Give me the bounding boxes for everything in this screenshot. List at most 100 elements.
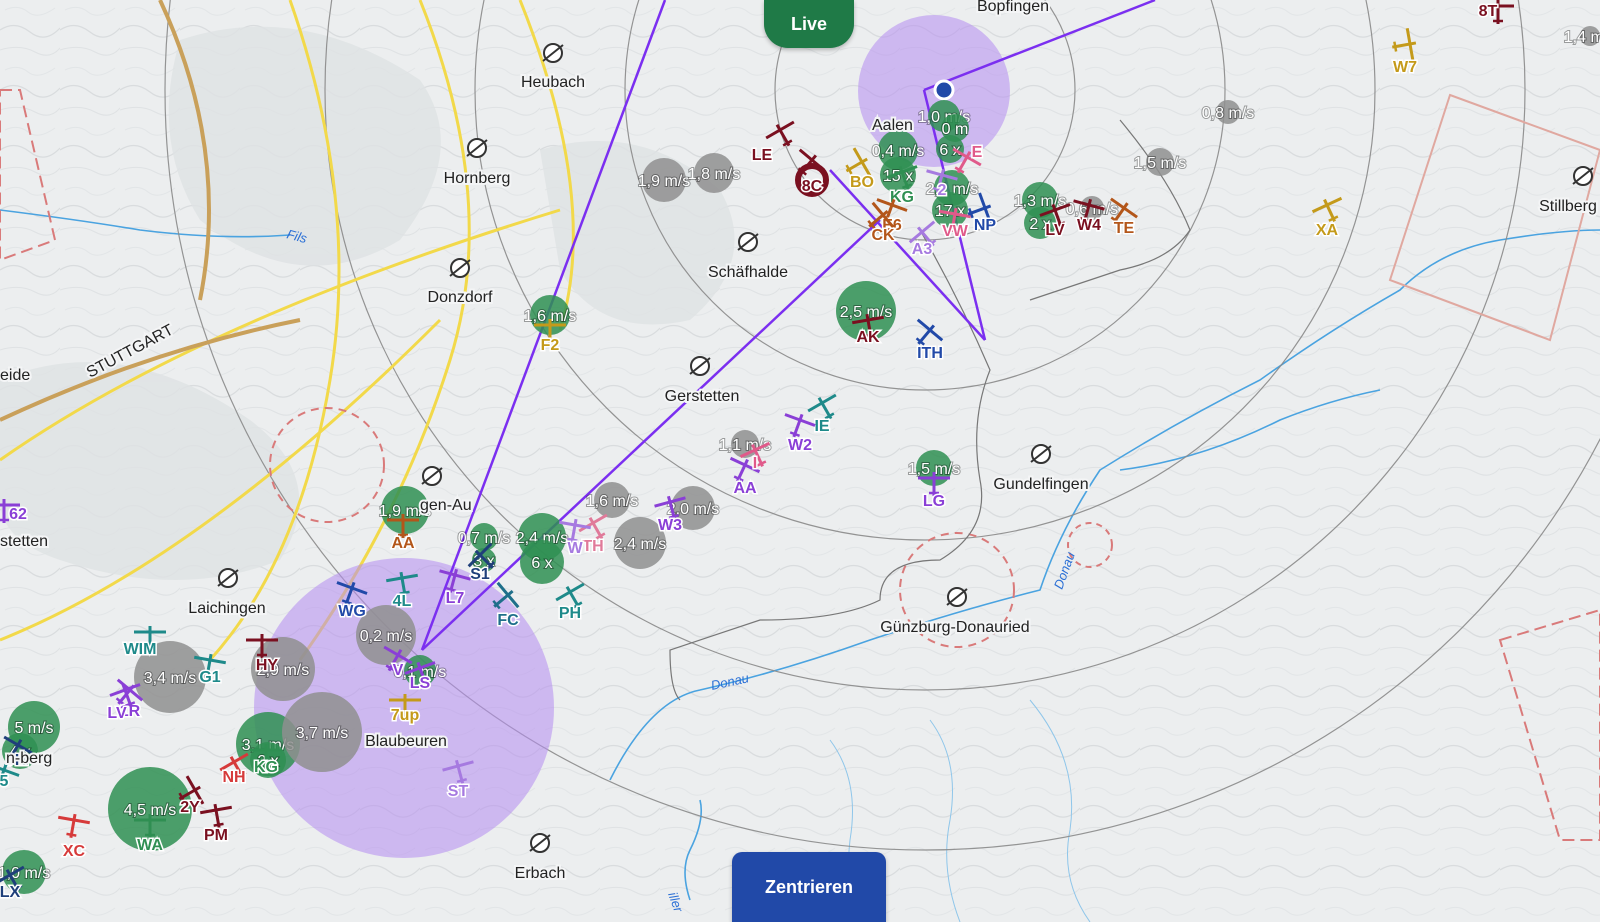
- town-label: Gerstetten: [665, 388, 740, 405]
- airport-guenzburg-icon: [946, 587, 968, 607]
- thermal-label: 0,7 m/s: [458, 530, 510, 547]
- town-label: gen-Au: [420, 497, 472, 514]
- glider-callsign: LX: [0, 884, 21, 901]
- town-label: Bopfingen: [977, 0, 1049, 15]
- glider-callsign: 5: [0, 773, 9, 790]
- glider-callsign: WA: [137, 837, 163, 854]
- thermal-label: 0,8 m/s: [1202, 105, 1254, 122]
- glider-callsign: LS: [410, 675, 431, 692]
- map-canvas[interactable]: 1,0 m/s0,4 m/s15 x2,1 m/s17 x1,3 m/s2 x0…: [0, 0, 1600, 922]
- glider-marker[interactable]: 7up: [387, 692, 423, 726]
- glider-callsign: AK: [856, 329, 880, 346]
- glider-callsign: 7up: [391, 707, 420, 724]
- town-label: Blaubeuren: [365, 733, 447, 750]
- thermal-marker[interactable]: 6 x: [936, 135, 964, 163]
- glider-callsign: W7: [1393, 59, 1417, 76]
- glider-callsign: CK: [871, 227, 895, 244]
- thermal-label: 0,2 m/s: [360, 628, 412, 645]
- town-label: Gundelfingen: [993, 476, 1088, 493]
- glider-callsign: 8C: [802, 178, 823, 195]
- glider-callsign: BO: [850, 174, 874, 191]
- glider-callsign: W: [567, 540, 583, 557]
- thermal-label: 0,6 m/s: [1066, 201, 1118, 218]
- glider-callsign: FC: [497, 612, 519, 629]
- airport-stillberg-icon: [1572, 166, 1594, 186]
- glider-callsign: ST: [448, 783, 469, 800]
- airport-gerstetten-icon: [689, 356, 711, 376]
- glider-callsign: E: [972, 144, 983, 161]
- thermal-label: 1,5 m/s: [1134, 155, 1186, 172]
- center-button[interactable]: Zentrieren: [732, 852, 886, 922]
- glider-callsign: AA: [391, 535, 415, 552]
- thermal-label: 1,6 m/s: [586, 493, 638, 510]
- glider-callsign: 8T: [1479, 3, 1498, 20]
- glider-callsign: IE: [814, 418, 829, 435]
- thermal-label: 2,4 m/s: [614, 536, 666, 553]
- glider-callsign: A3: [912, 241, 933, 258]
- glider-callsign: AA: [733, 480, 757, 497]
- thermal-label: 1,4 m/s: [1564, 29, 1600, 46]
- glider-callsign: S1: [470, 566, 490, 583]
- live-button[interactable]: Live: [764, 0, 854, 48]
- glider-callsign: LV: [107, 705, 127, 722]
- thermal-label: 6 x: [531, 555, 552, 572]
- town-label: Aalen: [872, 117, 913, 134]
- thermal-label: 1,9 m/s: [638, 173, 690, 190]
- glider-callsign: 4L: [393, 593, 412, 610]
- thermal-marker[interactable]: 6 x: [520, 540, 564, 584]
- glider-callsign: 2Y: [180, 799, 200, 816]
- thermal-label: 1,8 m/s: [688, 166, 740, 183]
- glider-callsign: LG: [923, 493, 945, 510]
- glider-callsign: VW: [942, 223, 969, 240]
- glider-callsign: TE: [1114, 220, 1135, 237]
- glider-callsign: LV: [1045, 222, 1065, 239]
- town-label: Donzdorf: [428, 289, 493, 306]
- glider-callsign: XA: [1316, 222, 1339, 239]
- glider-marker[interactable]: KG: [248, 742, 284, 778]
- town-label: Hornberg: [444, 170, 511, 187]
- glider-callsign: W4: [1077, 217, 1101, 234]
- airport-schaefhalde-icon: [737, 232, 759, 252]
- town-label: Erbach: [515, 865, 566, 882]
- airport-donzdorf-icon: [449, 258, 471, 278]
- glider-callsign: W2: [788, 437, 812, 454]
- glider-callsign: LE: [752, 147, 773, 164]
- glider-callsign: I: [753, 455, 757, 472]
- town-label: eide: [0, 367, 30, 384]
- thermal-label: 3,4 m/s: [144, 670, 196, 687]
- own-position-marker[interactable]: [933, 79, 955, 101]
- glider-callsign: NH: [222, 769, 245, 786]
- town-label: Schäfhalde: [708, 264, 788, 281]
- town-label: Stillberg: [1539, 198, 1597, 215]
- glider-callsign: HY: [256, 657, 279, 674]
- thermal-marker[interactable]: 1,4 m/s: [1563, 26, 1600, 47]
- glider-callsign: NP: [974, 217, 997, 234]
- airport-heubach-icon: [542, 43, 564, 63]
- thermal-label: 2,5 m/s: [840, 304, 892, 321]
- glider-callsign: WG: [338, 603, 366, 620]
- glider-callsign: KG: [254, 759, 278, 776]
- glider-callsign: ITH: [917, 345, 943, 362]
- glider-callsign: WIM: [124, 641, 157, 658]
- town-label: Heubach: [521, 74, 585, 91]
- thermal-label: 3,7 m/s: [296, 725, 348, 742]
- town-label: Günzburg-Donauried: [880, 619, 1029, 636]
- glider-callsign: V: [393, 662, 404, 679]
- glider-callsign: PM: [204, 827, 228, 844]
- town-label: n-berg: [6, 750, 52, 767]
- glider-callsign: G1: [199, 669, 220, 686]
- glider-callsign: 2: [938, 182, 947, 199]
- airport-hornberg-icon: [466, 138, 488, 158]
- thermal-marker[interactable]: 3,7 m/s: [282, 692, 362, 772]
- airport-laichingen-icon: [217, 568, 239, 588]
- glider-callsign: F2: [541, 337, 560, 354]
- glider-callsign: W3: [658, 517, 682, 534]
- airport-erbach-icon: [529, 833, 551, 853]
- glider-callsign: PH: [559, 605, 581, 622]
- airport-gundelfingen-icon: [1030, 444, 1052, 464]
- thermal-label: 0 m: [942, 121, 969, 138]
- town-label: stetten: [0, 533, 48, 550]
- glider-callsign: TH: [582, 538, 603, 555]
- airport-gen-au-icon: [421, 466, 443, 486]
- glider-callsign: XC: [63, 843, 86, 860]
